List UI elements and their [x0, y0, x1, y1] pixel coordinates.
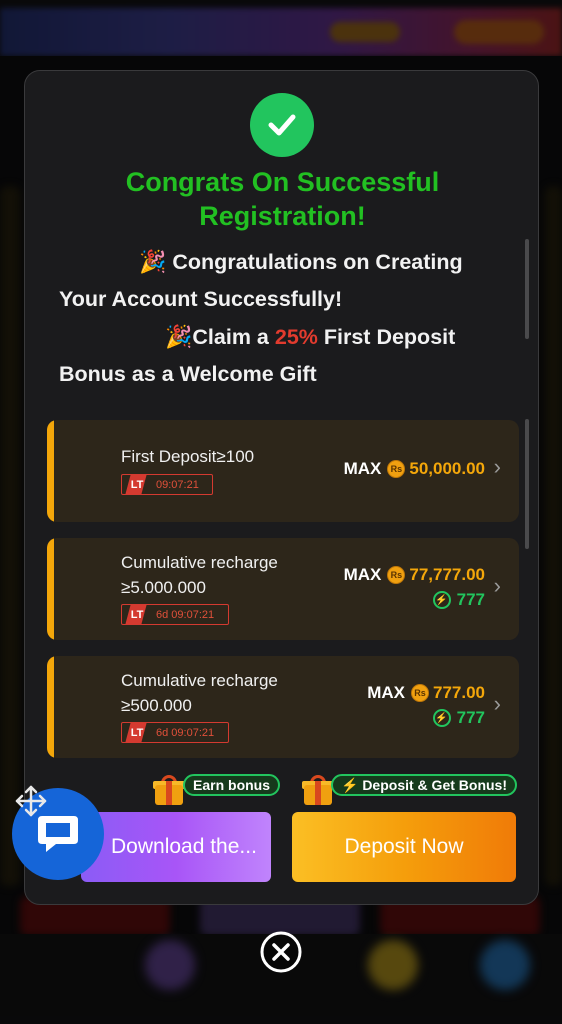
bolt-icon: ⚡ — [432, 591, 451, 609]
offer-max: MAX Rs 50,000.00 — [344, 459, 485, 479]
modal-title-line: Congrats On Successful — [125, 167, 440, 197]
timer-badge: LT — [122, 605, 152, 624]
condition-line: ≥500.000 — [121, 696, 192, 715]
offer-card[interactable]: Cumulative recharge ≥5.000.000 LT 6d 09:… — [47, 538, 519, 640]
offers-scrollbar[interactable] — [525, 419, 529, 549]
timer-countdown: 6d 09:07:21 — [156, 608, 215, 621]
offer-timer: LT 6d 09:07:21 — [121, 722, 229, 743]
message-text: Congratulations on Creating — [172, 250, 463, 274]
offer-condition: First Deposit≥100 — [121, 447, 255, 466]
timer-badge: LT — [122, 723, 152, 742]
bolt-icon: ⚡ — [432, 709, 451, 727]
welcome-message: 🎉 Congratulations on Creating Your Accou… — [59, 243, 509, 393]
condition-line: ≥5.000.000 — [121, 578, 206, 597]
chevron-right-icon: › — [493, 691, 501, 716]
offer-timer: LT 09:07:21 — [121, 474, 213, 495]
max-label: MAX — [367, 683, 405, 702]
coin-icon: Rs — [387, 566, 406, 584]
message-text: Bonus as a Welcome Gift — [59, 362, 317, 386]
registration-success-modal: Congrats On Successful Registration! 🎉 C… — [24, 70, 539, 905]
deposit-button-label: Deposit Now — [344, 835, 464, 858]
card-accent-bar — [47, 656, 54, 758]
coin-icon: Rs — [411, 684, 429, 702]
bonus-percent: 25% — [274, 325, 318, 349]
timer-countdown: 09:07:21 — [156, 478, 199, 491]
offer-bonus: ⚡ 777 — [432, 708, 485, 728]
close-icon[interactable] — [259, 930, 303, 974]
condition-line: Cumulative recharge — [121, 553, 278, 572]
message-scrollbar[interactable] — [525, 239, 529, 339]
message-text: First Deposit — [317, 325, 456, 349]
chevron-right-icon: › — [493, 573, 501, 598]
timer-badge: LT — [122, 475, 152, 494]
offer-max: MAX Rs 777.00 — [367, 683, 485, 703]
offer-condition: Cumulative recharge ≥500.000 — [121, 668, 278, 718]
max-label: MAX — [343, 459, 382, 478]
deposit-bonus-tag: ⚡ Deposit & Get Bonus! — [331, 774, 517, 796]
check-icon — [250, 93, 314, 157]
chevron-right-icon: › — [493, 454, 501, 479]
bonus-amount: 777 — [456, 708, 485, 727]
message-text: Claim a — [192, 325, 275, 349]
max-amount: 50,000.00 — [409, 459, 485, 478]
gift-icon — [153, 775, 185, 805]
move-icon[interactable] — [14, 784, 48, 818]
party-popper-icon: 🎉 — [139, 249, 167, 274]
offer-bonus: ⚡ 777 — [432, 590, 485, 610]
coin-icon: Rs — [387, 460, 406, 478]
download-app-button[interactable]: Download the... — [81, 812, 271, 882]
card-accent-bar — [47, 538, 54, 640]
offer-card[interactable]: First Deposit≥100 LT 09:07:21 MAX Rs 50,… — [47, 420, 519, 522]
modal-title: Congrats On Successful Registration! — [25, 165, 540, 233]
timer-countdown: 6d 09:07:21 — [156, 726, 215, 739]
condition-line: Cumulative recharge — [121, 671, 278, 690]
card-accent-bar — [47, 420, 54, 522]
download-button-label: Download the... — [111, 835, 257, 858]
gift-icon — [302, 775, 334, 805]
party-popper-icon: 🎉 — [165, 324, 193, 349]
deposit-now-button[interactable]: Deposit Now — [292, 812, 516, 882]
max-amount: 77,777.00 — [409, 565, 485, 584]
max-label: MAX — [343, 565, 382, 584]
message-text: Your Account Successfully! — [59, 287, 343, 311]
bonus-amount: 777 — [456, 590, 485, 609]
timer-label: LT — [130, 726, 144, 739]
offer-condition: Cumulative recharge ≥5.000.000 — [121, 550, 278, 600]
offer-max: MAX Rs 77,777.00 — [344, 565, 485, 585]
earn-bonus-tag: Earn bonus — [183, 774, 281, 796]
offer-card[interactable]: Cumulative recharge ≥500.000 LT 6d 09:07… — [47, 656, 519, 758]
max-amount: 777.00 — [433, 683, 485, 702]
modal-title-line: Registration! — [199, 201, 366, 231]
timer-label: LT — [130, 478, 144, 491]
offer-timer: LT 6d 09:07:21 — [121, 604, 229, 625]
timer-label: LT — [130, 608, 144, 621]
